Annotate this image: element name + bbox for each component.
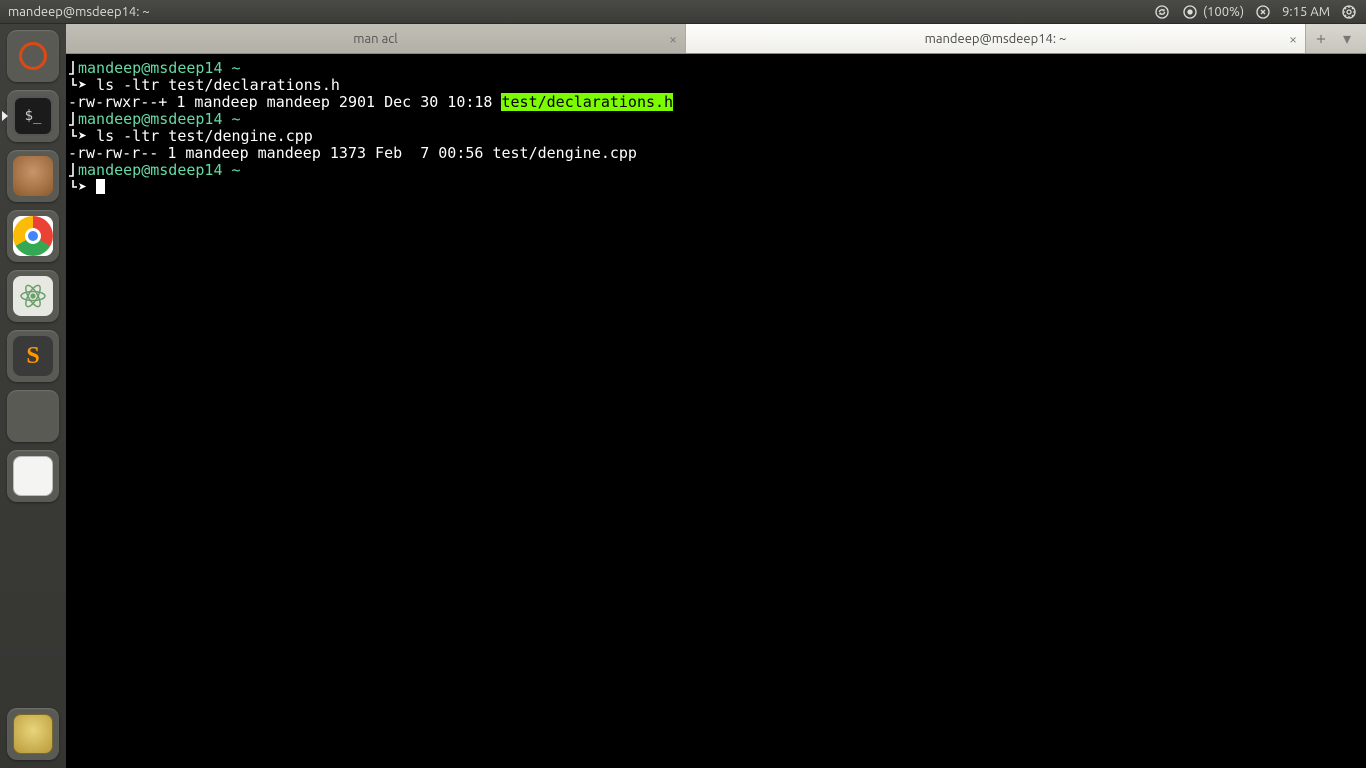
terminal-tabs: man acl × mandeep@msdeep14: ~ × ▾ [66,24,1366,54]
tab-label: mandeep@msdeep14: ~ [925,32,1067,46]
output-1-pre: -rw-rwxr--+ 1 mandeep mandeep 2901 Dec 3… [68,93,501,111]
launcher-files[interactable] [7,450,59,502]
tab-man-acl[interactable]: man acl × [66,24,686,53]
prompt-user: mandeep [78,59,141,77]
command-2: ls -ltr test/dengine.cpp [96,127,313,145]
prompt-user: mandeep [78,161,141,179]
output-1-highlight: test/declarations.h [501,93,673,111]
prompt-path: ~ [232,161,241,179]
prompt-host: msdeep14 [150,59,222,77]
clock[interactable]: 9:15 AM [1282,5,1330,19]
close-session-icon[interactable] [1254,3,1272,21]
prompt-arrow: ➤ [78,178,87,196]
prompt-user: mandeep [78,110,141,128]
prompt-arrow: ➤ [78,127,87,145]
prompt-at: @ [141,110,150,128]
cursor [96,179,105,194]
prompt-corner-icon [68,60,78,77]
prompt-at: @ [141,161,150,179]
sync-icon[interactable] [1153,3,1171,21]
prompt-arrow: ➤ [78,76,87,94]
prompt-corner-icon [68,162,78,179]
prompt-host: msdeep14 [150,110,222,128]
battery-icon[interactable] [1181,3,1199,21]
launcher-dbeaver[interactable] [7,150,59,202]
gear-icon[interactable] [1340,3,1358,21]
terminal-window: man acl × mandeep@msdeep14: ~ × ▾ mandee… [66,24,1366,768]
prompt-corner-icon [68,179,78,196]
new-tab-button[interactable] [1306,24,1336,53]
window-title: mandeep@msdeep14: ~ [8,5,1153,19]
launcher-trash[interactable] [7,708,59,760]
prompt-host: msdeep14 [150,161,222,179]
output-2: -rw-rw-r-- 1 mandeep mandeep 1373 Feb 7 … [68,144,637,162]
launcher-dash[interactable] [7,30,59,82]
tab-shell[interactable]: mandeep@msdeep14: ~ × [686,24,1306,53]
tabs-menu-icon[interactable]: ▾ [1336,24,1358,53]
launcher-terminal[interactable]: $_ [7,90,59,142]
prompt-path: ~ [232,110,241,128]
prompt-corner-icon [68,128,78,145]
prompt-corner-icon [68,111,78,128]
unity-launcher: $_ S [0,24,66,768]
launcher-atom[interactable] [7,270,59,322]
launcher-chrome[interactable] [7,210,59,262]
terminal-body[interactable]: mandeep@msdeep14 ~ ➤ ls -ltr test/declar… [66,54,1366,202]
prompt-at: @ [141,59,150,77]
close-icon[interactable]: × [1289,31,1297,47]
prompt-path: ~ [232,59,241,77]
prompt-corner-icon [68,77,78,94]
tab-label: man acl [353,32,397,46]
battery-percent: (100%) [1203,5,1244,19]
launcher-codeblocks[interactable] [7,390,59,442]
close-icon[interactable]: × [669,31,677,47]
command-1: ls -ltr test/declarations.h [96,76,340,94]
top-menubar: mandeep@msdeep14: ~ (100%) 9:15 AM [0,0,1366,24]
launcher-sublime[interactable]: S [7,330,59,382]
